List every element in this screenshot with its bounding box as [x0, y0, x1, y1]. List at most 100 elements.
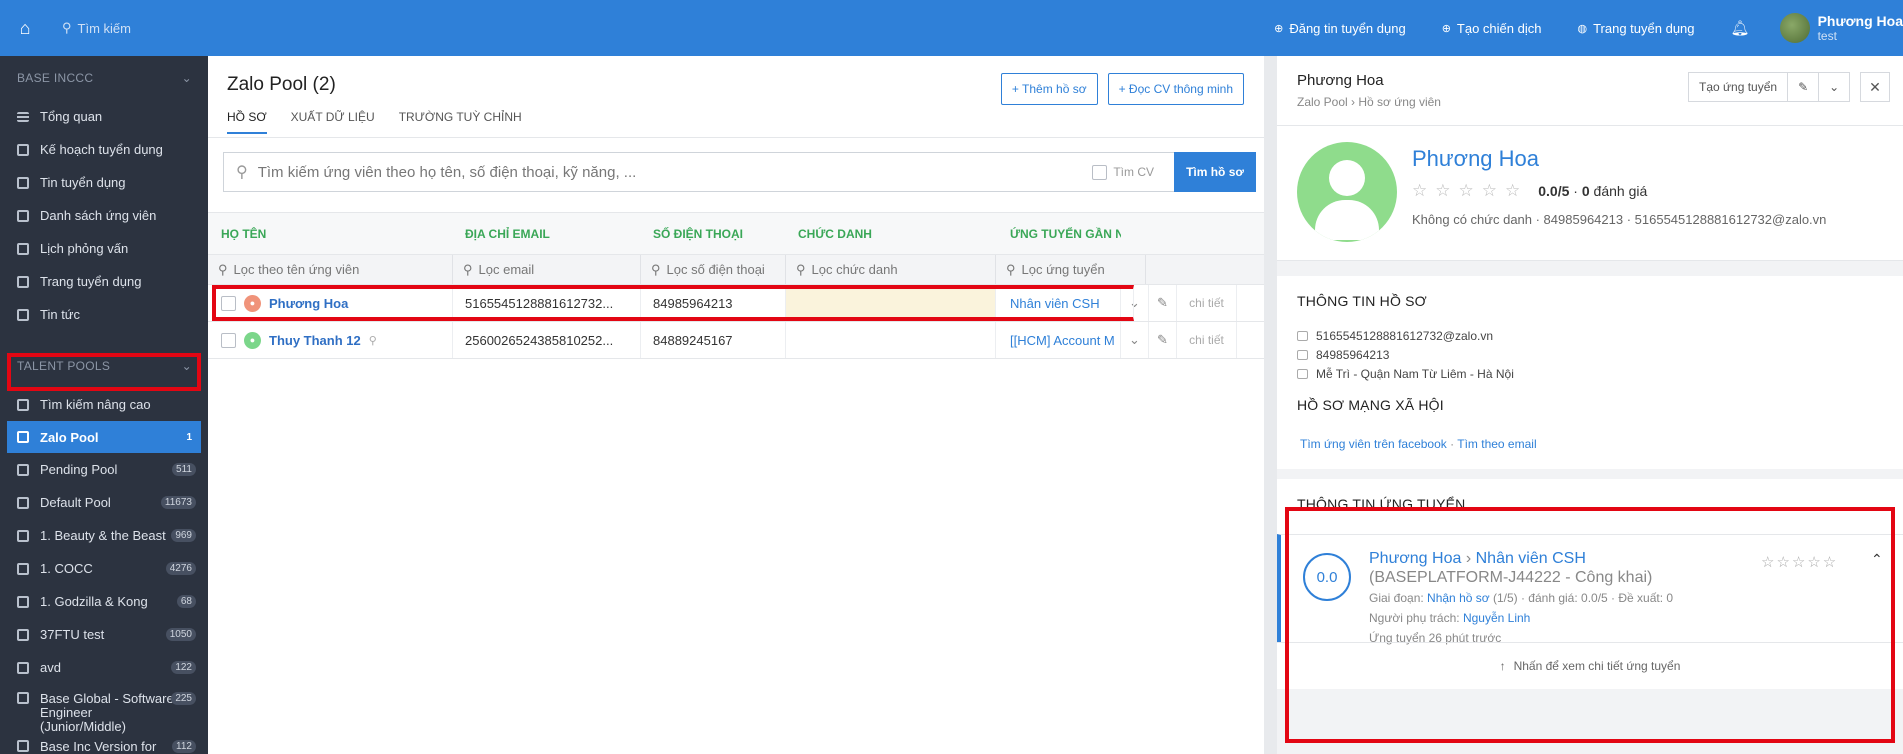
- email-search-link[interactable]: Tìm theo email: [1457, 437, 1536, 451]
- pool-icon: [17, 562, 29, 575]
- search-icon: ⚲: [1006, 261, 1016, 277]
- candidate-name-link[interactable]: Thuy Thanh 12: [269, 333, 361, 348]
- sidebar-item-base-global[interactable]: Base Global - Software Engineer (Junior/…: [0, 684, 208, 734]
- sidebar-item-cocc[interactable]: 1. COCC 4276: [0, 552, 208, 585]
- filter-row: ⚲ Lọc theo tên ứng viên ⚲ Lọc email ⚲ Lọc s…: [208, 255, 1264, 285]
- tab-export[interactable]: XUẤT DỮ LIỆU: [291, 110, 375, 134]
- filter-title[interactable]: ⚲ Lọc chức danh: [786, 255, 996, 284]
- home-icon[interactable]: ⌂: [0, 18, 50, 39]
- filter-phone[interactable]: ⚲ Lọc số điện thoại: [641, 255, 786, 284]
- section-title: THÔNG TIN HỒ SƠ: [1297, 293, 1427, 309]
- col-header-title[interactable]: CHỨC DANH: [786, 227, 996, 241]
- chevron-down-icon[interactable]: ⌄: [1121, 322, 1149, 358]
- main-header: Zalo Pool (2) HỒ SƠ XUẤT DỮ LIỆU TRƯỜNG …: [208, 56, 1264, 138]
- user-menu[interactable]: Phương Hoa test: [1779, 12, 1903, 43]
- sidebar-item-avd[interactable]: avd 122: [0, 651, 208, 684]
- count-badge: 969: [171, 529, 196, 542]
- search-icon: ⚲: [236, 164, 248, 181]
- sidebar-item-advanced-search[interactable]: Tìm kiếm nâng cao: [0, 388, 208, 421]
- add-profile-button[interactable]: + Thêm hồ sơ: [1000, 73, 1098, 105]
- scrollbar[interactable]: [1264, 56, 1277, 754]
- close-icon[interactable]: ✕: [1860, 72, 1890, 102]
- star-icon[interactable]: ☆: [1412, 181, 1427, 201]
- candidate-table: HỌ TÊN ĐỊA CHỈ EMAIL SỐ ĐIỆN THOẠI CHỨC …: [208, 212, 1264, 359]
- candidate-title: [786, 322, 996, 358]
- star-icon[interactable]: ☆: [1435, 181, 1450, 201]
- count-badge: 225: [171, 692, 196, 705]
- col-header-recent-apply[interactable]: ỨNG TUYỂN GẦN N: [996, 227, 1121, 241]
- sidebar-item-interviews[interactable]: Lịch phỏng vấn: [0, 232, 208, 265]
- cv-search-label: Tìm CV: [1113, 165, 1154, 179]
- avatar: [1779, 13, 1810, 43]
- search-icon: ⚲: [62, 20, 72, 35]
- user-name: Phương Hoa: [1817, 12, 1903, 29]
- news-icon: [17, 308, 29, 321]
- pool-icon: [17, 463, 29, 476]
- candidate-email: 2560026524385810252...: [453, 322, 641, 358]
- sidebar-item-37ftu[interactable]: 37FTU test 1050: [0, 618, 208, 651]
- rating-count: 0: [1581, 183, 1590, 199]
- detail-link[interactable]: chi tiết: [1177, 285, 1237, 321]
- pool-icon: [17, 692, 29, 704]
- edit-icon[interactable]: ✎: [1149, 285, 1177, 321]
- search-placeholder: Tìm kiếm ứng viên theo họ tên, số điện t…: [257, 163, 637, 181]
- count-badge: 112: [172, 740, 196, 753]
- recent-apply-link[interactable]: [[HCM] Account M: [1010, 333, 1115, 348]
- facebook-search-link[interactable]: Tìm ứng viên trên facebook: [1300, 437, 1447, 451]
- chevron-down-icon[interactable]: ⌄: [1819, 72, 1851, 102]
- sidebar-item-jobs[interactable]: Tin tuyển dụng: [0, 166, 208, 199]
- sidebar-item-zalo-pool[interactable]: Zalo Pool 1: [7, 421, 201, 453]
- count-badge: 68: [176, 595, 196, 608]
- edit-icon[interactable]: ✎: [1149, 322, 1177, 358]
- count-badge: 1: [186, 431, 192, 443]
- sidebar-item-pending-pool[interactable]: Pending Pool 511: [0, 453, 208, 486]
- global-search-placeholder: Tìm kiếm: [77, 20, 131, 36]
- pool-icon: [17, 740, 29, 752]
- sidebar-section-base[interactable]: BASE INCCC ⌄: [0, 56, 208, 100]
- count-badge: 511: [172, 463, 196, 476]
- profile-summary: Phương Hoa ☆ ☆ ☆ ☆ ☆ 0.0/5 · 0 đánh giá Khôn…: [1277, 126, 1903, 261]
- sidebar-item-default-pool[interactable]: Default Pool 11673: [0, 486, 208, 519]
- profile-meta: Không có chức danh · 84985964213 · 51655…: [1412, 212, 1827, 227]
- filter-email[interactable]: ⚲ Lọc email: [453, 255, 641, 284]
- cv-search-checkbox[interactable]: [1092, 164, 1108, 180]
- sidebar-item-news[interactable]: Tin tức: [0, 298, 208, 331]
- bell-icon[interactable]: 🔔︎: [1731, 19, 1750, 37]
- search-profiles-button[interactable]: Tìm hồ sơ: [1174, 152, 1256, 192]
- col-header-email[interactable]: ĐỊA CHỈ EMAIL: [453, 227, 641, 241]
- filter-apply[interactable]: ⚲ Lọc ứng tuyển: [996, 255, 1146, 284]
- profile-address: Mễ Trì - Quận Nam Từ Liêm - Hà Nội: [1316, 366, 1514, 381]
- sidebar-item-plan[interactable]: Kế hoạch tuyển dụng: [0, 133, 208, 166]
- table-header: HỌ TÊN ĐỊA CHỈ EMAIL SỐ ĐIỆN THOẠI CHỨC …: [208, 213, 1264, 255]
- tab-custom-fields[interactable]: TRƯỜNG TUỲ CHỈNH: [399, 110, 522, 134]
- sidebar-item-overview[interactable]: Tổng quan: [0, 100, 208, 133]
- table-row[interactable]: ● Phương Hoa 5165545128881612732... 84985…: [208, 285, 1264, 322]
- panel-header: Phương Hoa Zalo Pool › Hồ sơ ứng viên Tạ…: [1277, 56, 1903, 126]
- col-header-name[interactable]: HỌ TÊN: [208, 227, 453, 241]
- candidate-search-input[interactable]: ⚲ Tìm kiếm ứng viên theo họ tên, số điện…: [223, 152, 1174, 192]
- row-checkbox[interactable]: [221, 332, 236, 348]
- career-page-link[interactable]: ◍ Trang tuyển dụng: [1577, 21, 1694, 36]
- col-header-phone[interactable]: SỐ ĐIỆN THOẠI: [641, 227, 786, 241]
- search-icon: ⚲: [463, 261, 473, 277]
- create-application-button[interactable]: Tạo ứng tuyển: [1688, 72, 1789, 102]
- create-campaign-link[interactable]: ⊕ Tạo chiến dịch: [1442, 21, 1542, 36]
- sidebar-item-career-page[interactable]: Trang tuyển dụng: [0, 265, 208, 298]
- post-job-link[interactable]: ⊕ Đăng tin tuyển dụng: [1274, 21, 1406, 36]
- sidebar-item-candidates[interactable]: Danh sách ứng viên: [0, 199, 208, 232]
- rating-stars[interactable]: ☆ ☆ ☆ ☆ ☆ 0.0/5 · 0 đánh giá: [1412, 181, 1647, 201]
- star-icon[interactable]: ☆: [1505, 181, 1520, 201]
- smart-cv-button[interactable]: + Đọc CV thông minh: [1107, 73, 1244, 105]
- tab-profiles[interactable]: HỒ SƠ: [227, 110, 267, 134]
- global-search[interactable]: ⚲ Tìm kiếm: [62, 20, 131, 36]
- star-icon[interactable]: ☆: [1482, 181, 1497, 201]
- sidebar-item-base-inc-tester[interactable]: Base Inc Version for Tester112: [0, 732, 208, 754]
- sidebar-item-godzilla-kong[interactable]: 1. Godzilla & Kong 68: [0, 585, 208, 618]
- filter-name[interactable]: ⚲ Lọc theo tên ứng viên: [208, 255, 453, 284]
- sidebar-item-beauty-beast[interactable]: 1. Beauty & the Beast 969: [0, 519, 208, 552]
- detail-link[interactable]: chi tiết: [1177, 322, 1237, 358]
- table-row[interactable]: ● Thuy Thanh 12 ⚲ 2560026524385810252... 8…: [208, 322, 1264, 359]
- star-icon[interactable]: ☆: [1459, 181, 1474, 201]
- pool-icon: [17, 595, 29, 608]
- edit-icon[interactable]: ✎: [1788, 72, 1820, 102]
